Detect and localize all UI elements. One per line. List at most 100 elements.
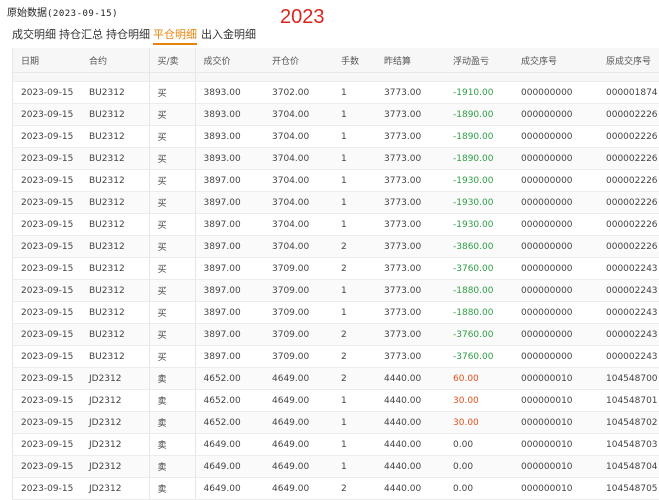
cell-floating-pl: 0.00	[445, 477, 513, 500]
cell-trade-price: 3897.00	[195, 169, 264, 192]
cell-trade-no: 000000000	[513, 169, 598, 192]
cell-trade-no: 000000010	[513, 389, 598, 412]
table-row: 2023-09-15 BU2312 买 3893.00 3704.00 1 3773.00-…	[13, 125, 659, 148]
page-title-text: 原始数据	[7, 8, 47, 19]
cell-prev-settlement: 3773.00	[376, 235, 445, 258]
cell-trade-no: 000000000	[513, 125, 598, 148]
cell-contract: JD2312	[81, 455, 149, 478]
cell-date: 2023-09-15	[13, 477, 81, 500]
cell-trade-price: 3897.00	[195, 301, 264, 324]
cell-open-price: 3704.00	[264, 147, 333, 170]
cell-side: 买	[148, 235, 196, 258]
cell-lots: 1	[333, 169, 376, 192]
cell-prev-settlement: 4440.00	[376, 433, 445, 456]
cell-side: 买	[148, 169, 196, 192]
cell-date: 2023-09-15	[13, 323, 81, 346]
cell-floating-pl: -3860.00	[445, 235, 513, 258]
cell-open-price: 4649.00	[264, 411, 333, 434]
column-header-orig-trade-no: 原成交序号	[598, 48, 659, 73]
cell-floating-pl: -1890.00	[445, 125, 513, 148]
cell-trade-price: 3897.00	[195, 279, 264, 302]
cell-trade-no: 000000000	[513, 323, 598, 346]
cell-open-price: 4649.00	[264, 367, 333, 390]
cell-lots: 2	[333, 345, 376, 368]
cell-orig-trade-no: 104548700	[598, 367, 659, 390]
cell-orig-trade-no: 104548701	[598, 389, 659, 412]
cell-contract: BU2312	[81, 257, 149, 280]
tab-closing-details[interactable]: 平仓明细	[153, 26, 197, 45]
cell-trade-no: 000000000	[513, 147, 598, 170]
cell-prev-settlement: 4440.00	[376, 455, 445, 478]
cell-orig-trade-no: 000002226	[598, 147, 659, 170]
cell-trade-no: 000000010	[513, 367, 598, 390]
cell-date: 2023-09-15	[13, 301, 81, 324]
cell-lots: 1	[333, 279, 376, 302]
tab-position-summary[interactable]: 持仓汇总	[59, 26, 103, 43]
cell-open-price: 3704.00	[264, 125, 333, 148]
cell-orig-trade-no: 000002243	[598, 257, 659, 280]
cell-trade-no: 000000000	[513, 301, 598, 324]
cell-trade-price: 4649.00	[195, 455, 264, 478]
cell-trade-price: 4649.00	[195, 433, 264, 456]
cell-date: 2023-09-15	[13, 147, 81, 170]
cell-date: 2023-09-15	[13, 279, 81, 302]
cell-date: 2023-09-15	[13, 411, 81, 434]
cell-open-price: 4649.00	[264, 433, 333, 456]
cell-contract: BU2312	[81, 191, 149, 214]
table-row: 2023-09-15 BU2312 买 3893.00 3704.00 1 3773.00-…	[13, 147, 659, 170]
cell-orig-trade-no: 000002243	[598, 301, 659, 324]
cell-side: 买	[148, 257, 196, 280]
cell-open-price: 3709.00	[264, 279, 333, 302]
cell-lots: 1	[333, 213, 376, 236]
cell-prev-settlement: 3773.00	[376, 323, 445, 346]
cell-prev-settlement: 3773.00	[376, 103, 445, 126]
page-title: 原始数据(2023-09-15)	[7, 4, 118, 19]
tab-trade-details[interactable]: 成交明细	[12, 26, 56, 43]
cell-floating-pl: -3760.00	[445, 323, 513, 346]
column-header-open-price: 开仓价	[264, 48, 333, 73]
cell-orig-trade-no: 104548704	[598, 455, 659, 478]
cell-trade-no: 000000010	[513, 477, 598, 500]
tab-position-details[interactable]: 持仓明细	[106, 26, 150, 43]
tab-fund-transfer-details[interactable]: 出入金明细	[201, 26, 256, 43]
cell-lots: 1	[333, 411, 376, 434]
cell-orig-trade-no: 000001874	[598, 81, 659, 104]
table-row: 2023-09-15 BU2312 买 3897.00 3709.00 2 3773.00-…	[13, 257, 659, 280]
cell-trade-price: 3893.00	[195, 125, 264, 148]
cell-open-price: 3702.00	[264, 81, 333, 104]
cell-lots: 1	[333, 147, 376, 170]
cell-prev-settlement: 4440.00	[376, 477, 445, 500]
cell-date: 2023-09-15	[13, 367, 81, 390]
cell-trade-no: 000000000	[513, 235, 598, 258]
column-header-contract: 合约	[81, 48, 149, 73]
table-row: 2023-09-15 BU2312 买 3897.00 3704.00 1 3773.00-…	[13, 169, 659, 192]
cell-floating-pl: -1930.00	[445, 169, 513, 192]
cell-trade-price: 4652.00	[195, 411, 264, 434]
cell-contract: BU2312	[81, 169, 149, 192]
cell-prev-settlement: 4440.00	[376, 411, 445, 434]
cell-prev-settlement: 3773.00	[376, 345, 445, 368]
table-row: 2023-09-15 BU2312 买 3893.00 3704.00 1 3773.00-…	[13, 103, 659, 126]
table-row: 2023-09-15 JD2312 卖 4649.00 4649.00 1 4440.00 0…	[13, 433, 659, 456]
cell-date: 2023-09-15	[13, 455, 81, 478]
cell-lots: 1	[333, 191, 376, 214]
cell-date: 2023-09-15	[13, 433, 81, 456]
cell-side: 买	[148, 81, 196, 104]
cell-contract: BU2312	[81, 235, 149, 258]
cell-open-price: 4649.00	[264, 455, 333, 478]
cell-trade-no: 000000000	[513, 345, 598, 368]
cell-open-price: 4649.00	[264, 477, 333, 500]
cell-contract: BU2312	[81, 345, 149, 368]
cell-contract: BU2312	[81, 323, 149, 346]
cell-prev-settlement: 3773.00	[376, 125, 445, 148]
cell-contract: BU2312	[81, 213, 149, 236]
cell-floating-pl: -1910.00	[445, 81, 513, 104]
cell-lots: 1	[333, 125, 376, 148]
cell-open-price: 3704.00	[264, 103, 333, 126]
cell-prev-settlement: 4440.00	[376, 389, 445, 412]
cell-trade-price: 3893.00	[195, 147, 264, 170]
cell-floating-pl: -1930.00	[445, 191, 513, 214]
cell-orig-trade-no: 000002226	[598, 235, 659, 258]
cell-side: 卖	[148, 455, 196, 478]
cell-prev-settlement: 3773.00	[376, 279, 445, 302]
